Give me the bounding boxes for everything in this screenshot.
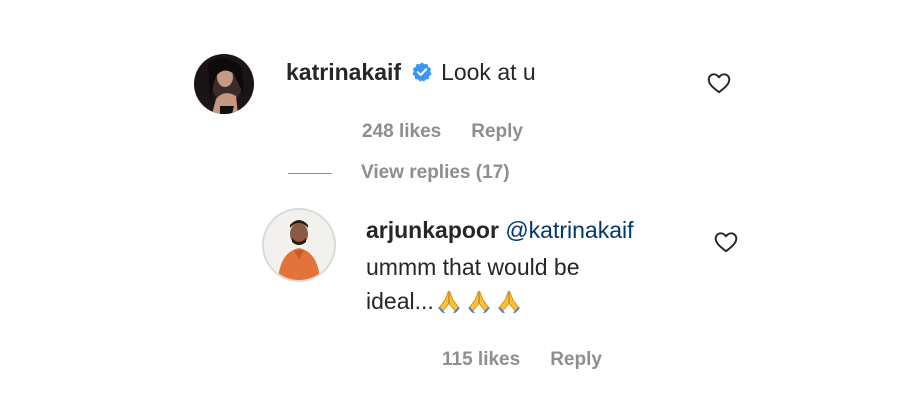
reply-likes[interactable]: 115 likes (442, 349, 520, 371)
comment-reply-button[interactable]: Reply (471, 121, 523, 143)
reply-text-continued: ideal... (366, 288, 434, 314)
avatar-image (264, 210, 334, 280)
avatar-arjunkapoor[interactable] (264, 210, 334, 280)
heart-icon[interactable] (713, 229, 739, 255)
comments-thread: katrinakaif Look at u 248 likes Reply Vie… (0, 0, 900, 400)
verified-badge-icon (412, 62, 432, 82)
folded-hands-emoji (467, 290, 490, 313)
reply-line-1: arjunkapoor @katrinakaif (366, 213, 634, 247)
view-replies-divider (288, 172, 332, 174)
avatar-image (194, 54, 254, 114)
reply-meta: 115 likes Reply (442, 349, 602, 371)
comment-meta: 248 likes Reply (362, 121, 523, 143)
comment-likes[interactable]: 248 likes (362, 121, 441, 143)
heart-icon[interactable] (706, 70, 732, 96)
comment-text: Look at u (441, 59, 536, 85)
reply-line-3: ideal... (366, 284, 522, 318)
comment-username[interactable]: katrinakaif (286, 55, 401, 89)
reply-text: ummm that would be (366, 254, 580, 280)
reply-mention[interactable]: @katrinakaif (505, 217, 633, 243)
view-replies-label: View replies (17) (361, 162, 510, 183)
view-replies-button[interactable]: View replies (17) (288, 162, 510, 184)
avatar-katrinakaif[interactable] (194, 54, 254, 114)
reply-username[interactable]: arjunkapoor (366, 217, 499, 243)
folded-hands-emoji (437, 290, 460, 313)
emoji-row (436, 288, 522, 314)
comment-body: katrinakaif Look at u (286, 55, 536, 89)
folded-hands-emoji (497, 290, 520, 313)
reply-reply-button[interactable]: Reply (550, 349, 602, 371)
